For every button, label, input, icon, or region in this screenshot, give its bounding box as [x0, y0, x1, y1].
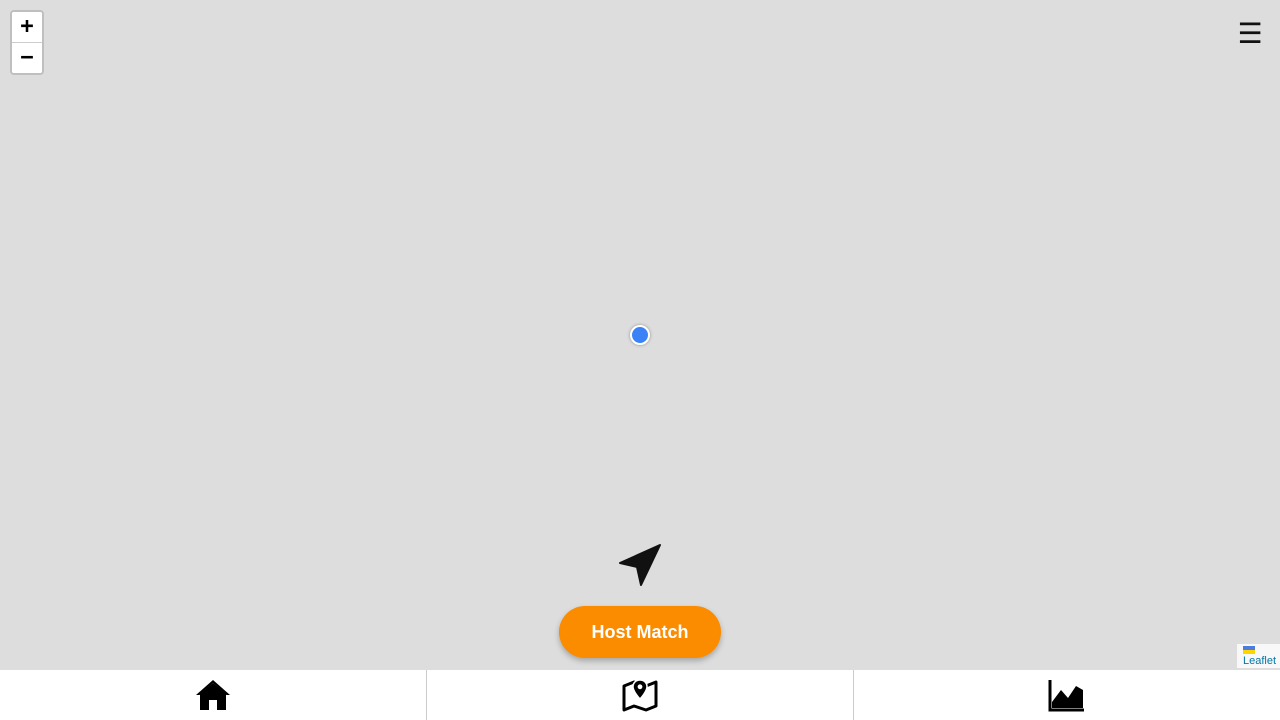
host-match-button[interactable]: Host Match	[559, 606, 721, 658]
nav-stats[interactable]	[853, 670, 1280, 720]
zoom-out-button[interactable]: −	[12, 42, 42, 73]
map-attribution: Leaflet	[1236, 644, 1280, 668]
area-chart-icon	[1048, 680, 1084, 712]
map-canvas[interactable]: + − ☰ Host Match Leaflet	[0, 0, 1280, 670]
nav-map[interactable]	[426, 670, 853, 720]
zoom-control: + −	[10, 10, 44, 75]
zoom-in-button[interactable]: +	[12, 12, 42, 42]
map-location-icon	[622, 679, 658, 712]
home-icon	[196, 680, 230, 710]
ukraine-flag-icon	[1242, 646, 1255, 654]
navigation-arrow-icon[interactable]	[616, 542, 664, 590]
location-dot-icon	[630, 325, 650, 345]
nav-home[interactable]	[0, 670, 426, 720]
bottom-navigation	[0, 670, 1280, 720]
leaflet-link[interactable]: Leaflet	[1243, 655, 1276, 667]
hamburger-menu-icon[interactable]: ☰	[1236, 20, 1264, 48]
